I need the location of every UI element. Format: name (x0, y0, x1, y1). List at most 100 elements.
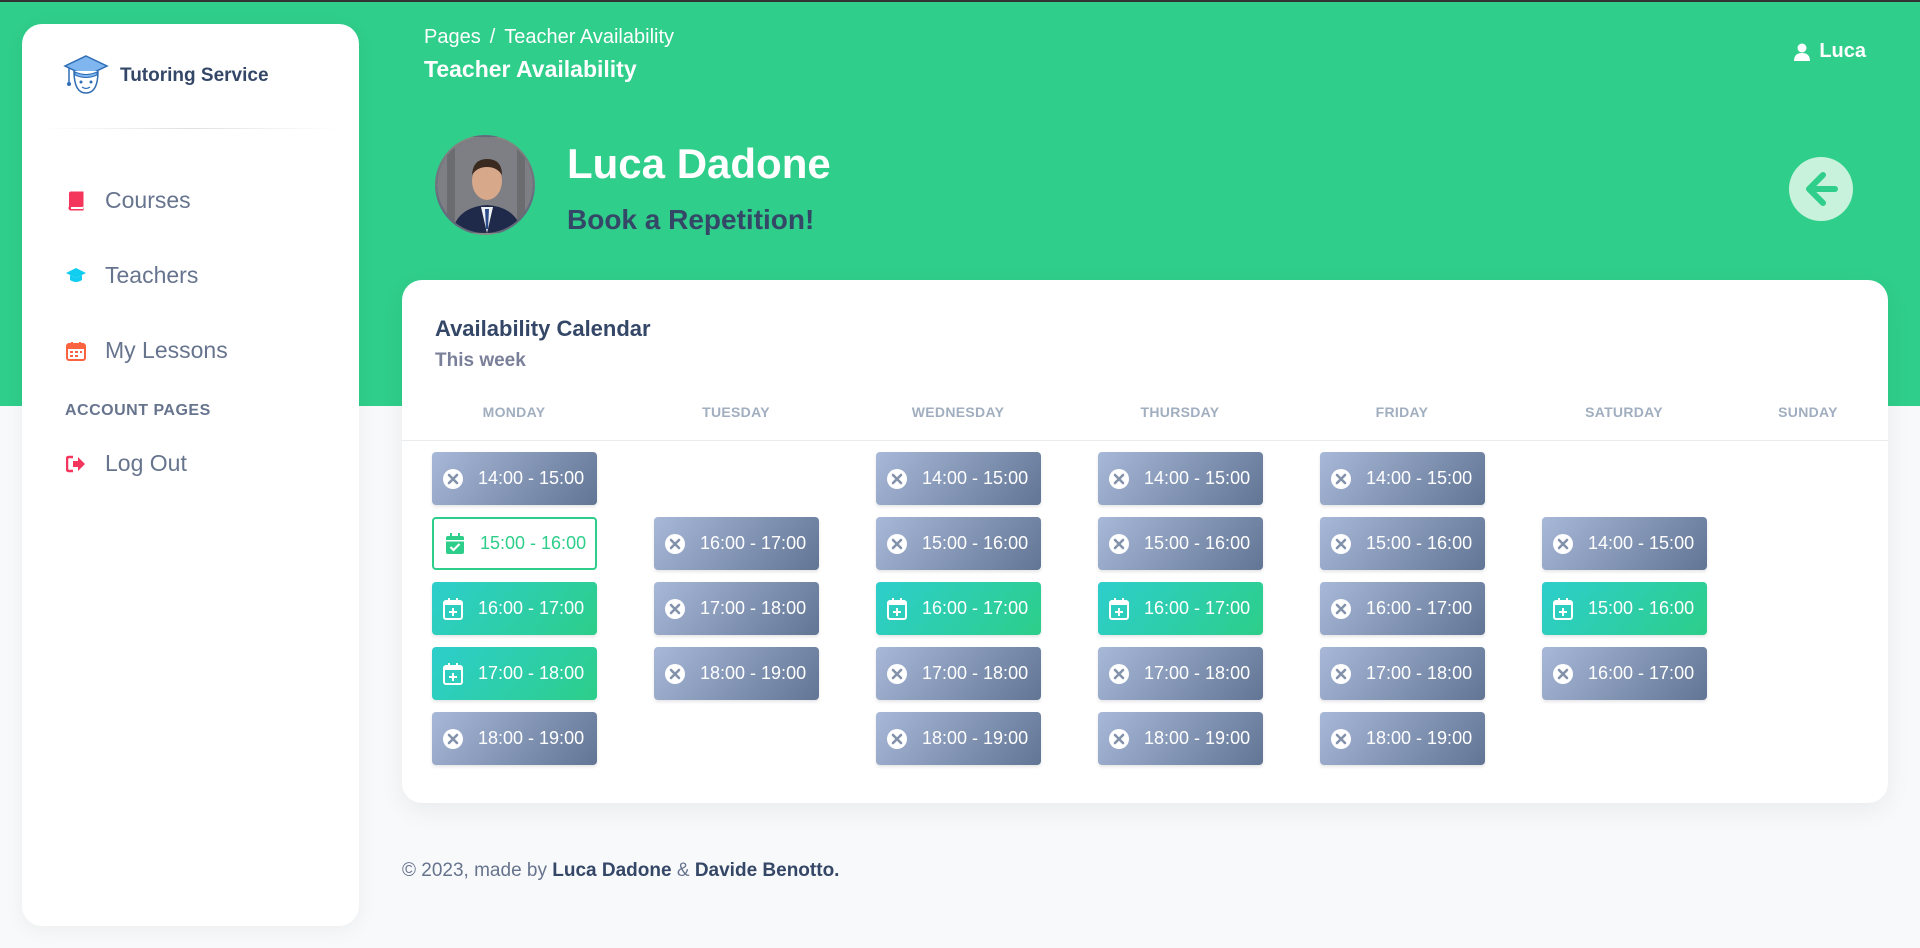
x-circle-icon (1330, 533, 1352, 555)
x-circle-icon (1552, 663, 1574, 685)
time-slot-unavailable[interactable]: 18:00 - 19:00 (1098, 712, 1263, 765)
sidebar-nav: Courses Teachers My Lessons ACCOUNT PAGE… (22, 163, 359, 501)
time-slot-label: 18:00 - 19:00 (922, 728, 1029, 748)
time-slot-unavailable[interactable]: 16:00 - 17:00 (1542, 647, 1707, 700)
time-slot-label: 15:00 - 16:00 (1588, 598, 1695, 618)
page-title: Teacher Availability (424, 56, 637, 82)
arrow-left-icon (1806, 172, 1838, 206)
time-slot-unavailable[interactable]: 14:00 - 15:00 (432, 452, 597, 505)
breadcrumb-root[interactable]: Pages (424, 26, 481, 48)
sidebar-item-label: Log Out (105, 450, 187, 476)
time-slot-label: 15:00 - 16:00 (1366, 533, 1473, 553)
time-slot-unavailable[interactable]: 16:00 - 17:00 (1320, 582, 1485, 635)
graduate-logo-icon (63, 55, 109, 94)
time-slot-label: 16:00 - 17:00 (1144, 598, 1251, 618)
sidebar-item-teachers[interactable]: Teachers (22, 238, 359, 313)
teacher-name: Luca Dadone (567, 140, 831, 187)
time-slot-unavailable[interactable]: 18:00 - 19:00 (654, 647, 819, 700)
x-circle-icon (1108, 728, 1130, 750)
time-slot-unavailable[interactable]: 14:00 - 15:00 (876, 452, 1041, 505)
time-slot-label: 17:00 - 18:00 (1144, 663, 1251, 683)
x-circle-icon (442, 468, 464, 490)
account-pages-heading: ACCOUNT PAGES (65, 402, 211, 419)
user-menu[interactable]: Luca (1794, 40, 1866, 63)
sidebar-item-logout[interactable]: Log Out (22, 426, 359, 501)
time-slot-label: 18:00 - 19:00 (1144, 728, 1251, 748)
x-circle-icon (664, 598, 686, 620)
time-slot-unavailable[interactable]: 18:00 - 19:00 (1320, 712, 1485, 765)
time-slot-label: 14:00 - 15:00 (1144, 468, 1251, 488)
breadcrumb-current: Teacher Availability (504, 26, 675, 48)
time-slot-label: 14:00 - 15:00 (922, 468, 1029, 488)
sidebar-item-courses[interactable]: Courses (22, 163, 359, 238)
time-slot-booked[interactable]: 15:00 - 16:00 (432, 517, 597, 570)
card-subtitle: This week (435, 350, 526, 371)
calendar-plus-icon (442, 597, 464, 620)
time-slot-unavailable[interactable]: 16:00 - 17:00 (654, 517, 819, 570)
time-slot-label: 14:00 - 15:00 (1588, 533, 1695, 553)
day-label-tuesday: TUESDAY (702, 404, 770, 420)
user-name: Luca (1819, 40, 1866, 62)
time-slot-unavailable[interactable]: 17:00 - 18:00 (1320, 647, 1485, 700)
time-slot-unavailable[interactable]: 15:00 - 16:00 (876, 517, 1041, 570)
time-slot-unavailable[interactable]: 14:00 - 15:00 (1542, 517, 1707, 570)
time-slot-unavailable[interactable]: 18:00 - 19:00 (432, 712, 597, 765)
day-label-sunday: SUNDAY (1778, 404, 1838, 420)
avatar (435, 135, 535, 235)
x-circle-icon (664, 533, 686, 555)
day-label-monday: MONDAY (482, 404, 546, 420)
day-label-wednesday: WEDNESDAY (911, 404, 1005, 420)
booking-subtitle: Book a Repetition! (567, 204, 815, 235)
time-slot-label: 16:00 - 17:00 (478, 598, 585, 618)
calendar-plus-icon (442, 662, 464, 685)
time-slot-unavailable[interactable]: 18:00 - 19:00 (876, 712, 1041, 765)
brand[interactable]: Tutoring Service (22, 24, 359, 128)
time-slot-label: 17:00 - 18:00 (922, 663, 1029, 683)
calendar-icon (65, 340, 87, 362)
time-slot-available[interactable]: 17:00 - 18:00 (432, 647, 597, 700)
time-slot-unavailable[interactable]: 14:00 - 15:00 (1320, 452, 1485, 505)
sidebar-item-my-lessons[interactable]: My Lessons (22, 313, 359, 388)
card-title: Availability Calendar (435, 316, 651, 341)
brand-name: Tutoring Service (120, 65, 269, 86)
time-slot-label: 16:00 - 17:00 (700, 533, 807, 553)
time-slot-label: 14:00 - 15:00 (1366, 468, 1473, 488)
calendar-plus-icon (1108, 597, 1130, 620)
calendar-check-icon (444, 532, 466, 555)
time-slot-unavailable[interactable]: 17:00 - 18:00 (1098, 647, 1263, 700)
x-circle-icon (1330, 468, 1352, 490)
x-circle-icon (664, 663, 686, 685)
footer-author-link[interactable]: Davide Benotto. (695, 860, 840, 881)
time-slot-label: 15:00 - 16:00 (1144, 533, 1251, 553)
x-circle-icon (886, 468, 908, 490)
footer-copyright: © 2023, made by (402, 860, 547, 881)
time-slot-available[interactable]: 16:00 - 17:00 (1098, 582, 1263, 635)
time-slot-available[interactable]: 15:00 - 16:00 (1542, 582, 1707, 635)
book-icon (65, 190, 87, 212)
time-slot-available[interactable]: 16:00 - 17:00 (432, 582, 597, 635)
time-slot-label: 18:00 - 19:00 (1366, 728, 1473, 748)
x-circle-icon (1330, 663, 1352, 685)
x-circle-icon (886, 663, 908, 685)
day-label-thursday: THURSDAY (1140, 404, 1220, 420)
time-slot-unavailable[interactable]: 17:00 - 18:00 (876, 647, 1041, 700)
breadcrumb: Pages / Teacher Availability (424, 26, 674, 49)
x-circle-icon (1108, 663, 1130, 685)
time-slot-unavailable[interactable]: 14:00 - 15:00 (1098, 452, 1263, 505)
time-slot-available[interactable]: 16:00 - 17:00 (876, 582, 1041, 635)
day-label-friday: FRIDAY (1375, 404, 1429, 420)
sidebar: Tutoring Service Courses Teachers My Les… (22, 24, 359, 926)
footer-author-link[interactable]: Luca Dadone (552, 860, 671, 881)
time-slot-unavailable[interactable]: 15:00 - 16:00 (1320, 517, 1485, 570)
breadcrumb-separator: / (489, 26, 496, 48)
day-label-saturday: SATURDAY (1585, 404, 1663, 420)
x-circle-icon (1108, 468, 1130, 490)
calendar-plus-icon (1552, 597, 1574, 620)
time-slot-unavailable[interactable]: 17:00 - 18:00 (654, 582, 819, 635)
x-circle-icon (1330, 598, 1352, 620)
back-button[interactable] (1789, 157, 1853, 221)
time-slot-unavailable[interactable]: 15:00 - 16:00 (1098, 517, 1263, 570)
graduation-cap-icon (65, 265, 87, 287)
header-divider (402, 440, 1888, 441)
calendar-plus-icon (886, 597, 908, 620)
